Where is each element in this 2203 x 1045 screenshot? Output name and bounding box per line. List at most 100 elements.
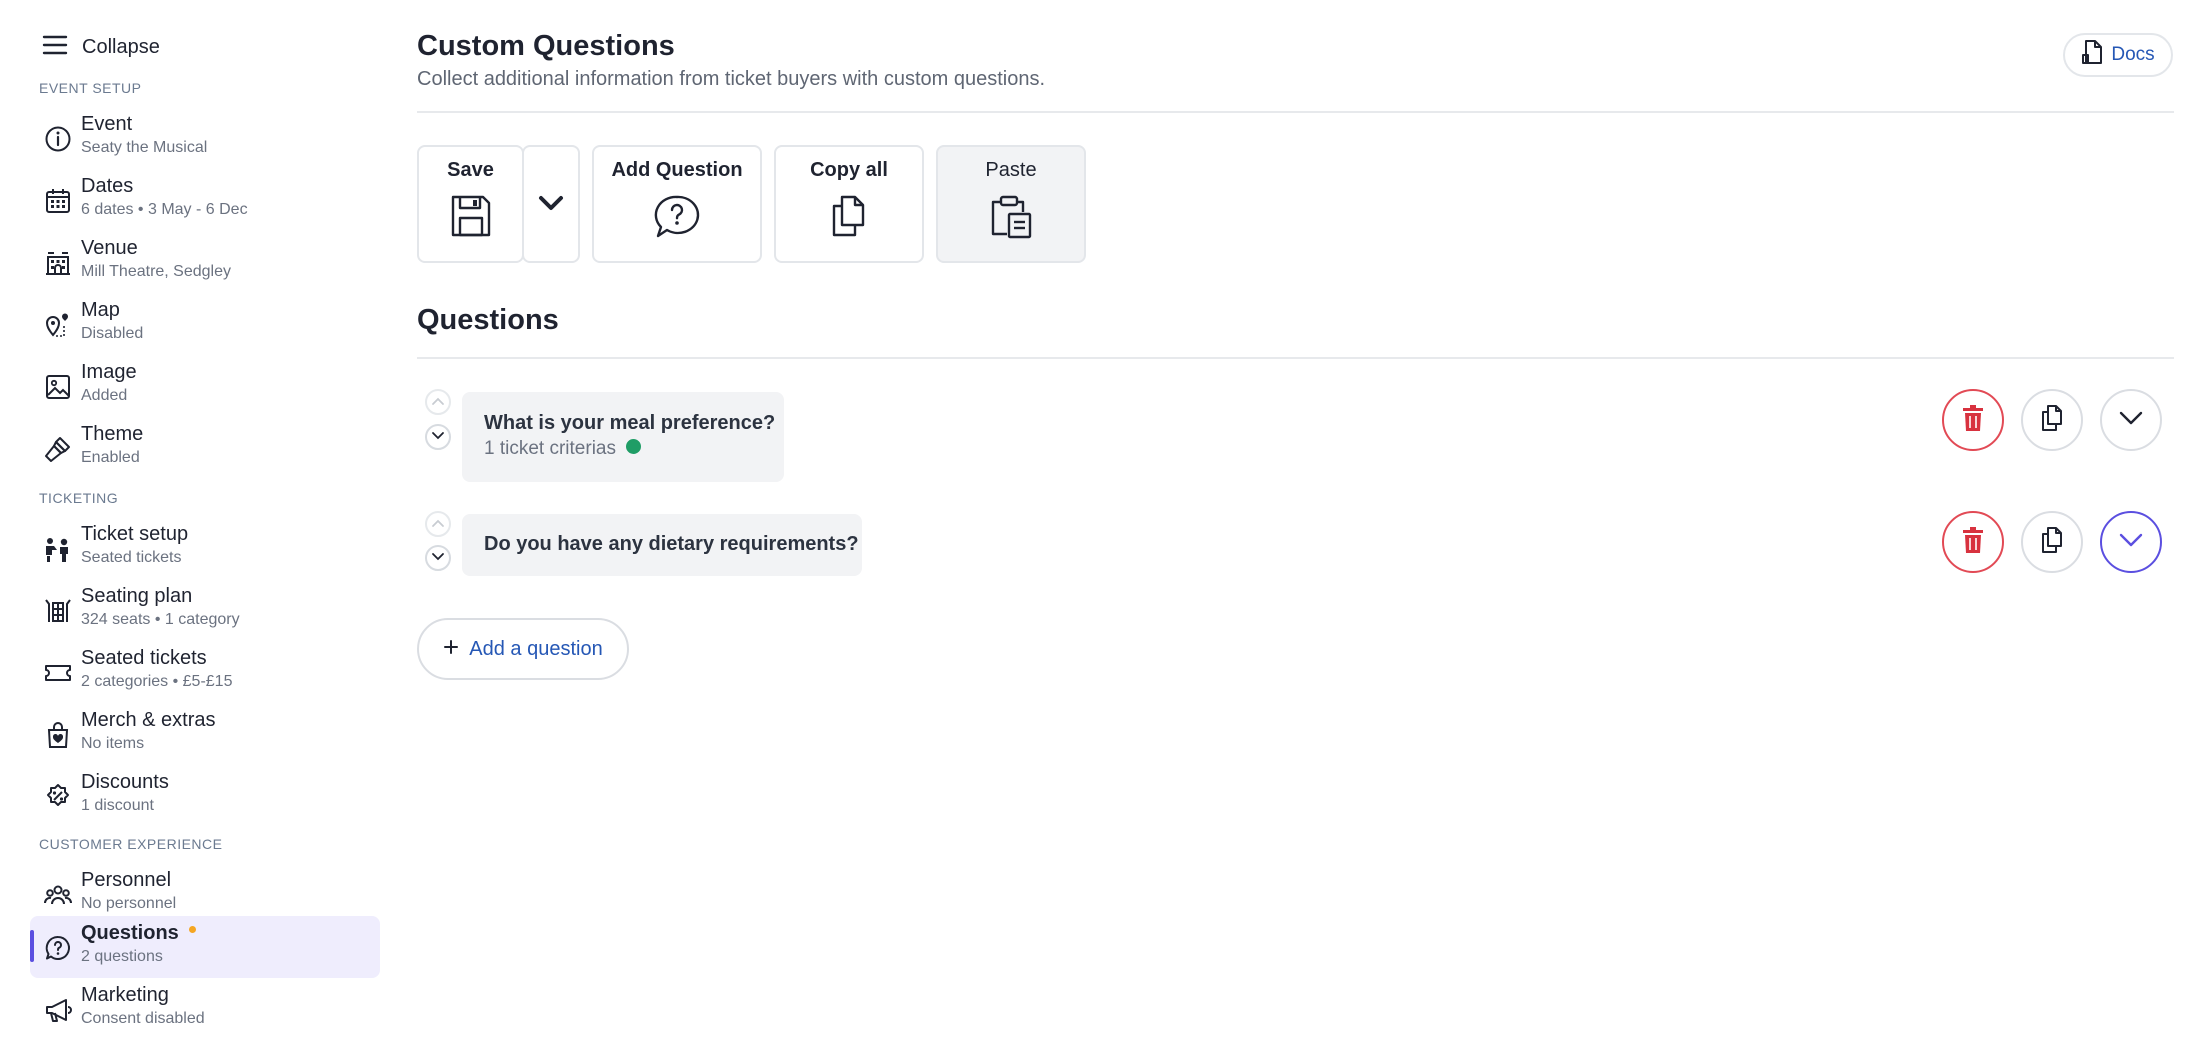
duplicate-question-button[interactable]: [2021, 511, 2083, 573]
sidebar-item-questions[interactable]: Questions 2 questions: [30, 916, 380, 978]
sidebar-item-title: Map: [81, 299, 120, 321]
header-divider: [417, 111, 2174, 113]
info-icon: [43, 124, 73, 154]
save-label: Save: [447, 159, 494, 181]
megaphone-icon: [43, 995, 73, 1025]
save-button[interactable]: Save: [417, 145, 524, 263]
chevron-down-icon: [431, 428, 445, 446]
sidebar-item-subtitle: Seated tickets: [81, 549, 182, 566]
question-bubble-icon: [43, 933, 73, 963]
status-dot: [625, 439, 641, 455]
unsaved-indicator-dot: [188, 926, 196, 934]
sidebar-item-theme[interactable]: Theme Enabled: [30, 417, 380, 479]
delete-question-button[interactable]: [1942, 511, 2004, 573]
sidebar-item-subtitle: 324 seats • 1 category: [81, 611, 240, 628]
move-up-button[interactable]: [425, 511, 451, 537]
questions-divider: [417, 357, 2174, 359]
building-icon: [43, 248, 73, 278]
add-a-question-button[interactable]: Add a question: [417, 618, 629, 680]
sidebar-item-marketing[interactable]: Marketing Consent disabled: [30, 978, 380, 1040]
docs-label: Docs: [2111, 44, 2155, 65]
page-subtitle: Collect additional information from tick…: [417, 68, 1046, 90]
sidebar-item-title: Dates: [81, 175, 134, 197]
sidebar-item-subtitle: 2 questions: [81, 948, 163, 965]
question-card[interactable]: What is your meal preference? 1 ticket c…: [462, 392, 784, 482]
sidebar-item-dates[interactable]: Dates 6 dates • 3 May - 6 Dec: [30, 169, 380, 231]
sidebar-item-subtitle: Seaty the Musical: [81, 139, 208, 156]
hamburger-menu-icon: [42, 34, 68, 61]
document-icon: [2081, 39, 2103, 71]
sidebar-item-title: Personnel: [81, 869, 172, 891]
sidebar-item-subtitle: Consent disabled: [81, 1010, 205, 1027]
save-options-dropdown[interactable]: [522, 145, 580, 263]
sidebar-item-title: Ticket setup: [81, 523, 189, 545]
trash-icon: [1962, 526, 1984, 558]
sidebar-item-venue[interactable]: Venue Mill Theatre, Sedgley: [30, 231, 380, 293]
move-down-button[interactable]: [425, 545, 451, 571]
clipboard-paste-icon: [988, 194, 1034, 245]
question-criteria: 1 ticket criterias: [484, 438, 641, 460]
sidebar-item-subtitle: Disabled: [81, 325, 144, 342]
chevron-down-icon: [431, 549, 445, 567]
move-up-button[interactable]: [425, 389, 451, 415]
sidebar-item-event[interactable]: Event Seaty the Musical: [30, 107, 380, 169]
sidebar-item-title: Image: [81, 361, 137, 383]
chevron-down-icon: [2118, 410, 2144, 431]
collapse-button[interactable]: Collapse: [42, 30, 160, 64]
sidebar-item-title: Merch & extras: [81, 709, 216, 731]
plus-icon: [443, 638, 459, 661]
seating-plan-icon: [43, 596, 73, 626]
expand-question-button[interactable]: [2100, 389, 2162, 451]
chevron-down-icon: [2118, 532, 2144, 553]
chevron-up-icon: [431, 515, 445, 533]
sidebar-item-title: Theme: [81, 423, 144, 445]
sidebar-item-title: Marketing: [81, 984, 169, 1006]
sidebar-item-subtitle: No personnel: [81, 895, 177, 912]
trash-icon: [1962, 404, 1984, 436]
sidebar-item-subtitle: 1 discount: [81, 797, 154, 814]
docs-button[interactable]: Docs: [2063, 33, 2173, 77]
sidebar-item-title: Event: [81, 113, 133, 135]
sidebar-item-image[interactable]: Image Added: [30, 355, 380, 417]
expand-question-button[interactable]: [2100, 511, 2162, 573]
sidebar-item-map[interactable]: Map Disabled: [30, 293, 380, 355]
sidebar-item-merch[interactable]: Merch & extras No items: [30, 703, 380, 765]
delete-question-button[interactable]: [1942, 389, 2004, 451]
paintbrush-icon: [43, 434, 73, 464]
chevron-down-icon: [538, 194, 564, 217]
sidebar-item-title: Questions: [81, 922, 196, 945]
ticket-setup-icon: [43, 534, 73, 564]
add-question-button[interactable]: Add Question: [592, 145, 762, 263]
sidebar-item-subtitle: 2 categories • £5-£15: [81, 673, 233, 690]
section-heading-ticketing: TICKETING: [39, 490, 119, 506]
chevron-up-icon: [431, 393, 445, 411]
question-bubble-icon: [653, 194, 701, 245]
discount-badge-icon: [43, 782, 73, 812]
floppy-disk-icon: [450, 194, 492, 243]
question-card[interactable]: Do you have any dietary requirements?: [462, 514, 862, 576]
sidebar-item-title: Venue: [81, 237, 138, 259]
sidebar-item-ticket-setup[interactable]: Ticket setup Seated tickets: [30, 517, 380, 579]
sidebar-item-title: Seated tickets: [81, 647, 207, 669]
collapse-label: Collapse: [82, 35, 160, 58]
sidebar-item-seated-tickets[interactable]: Seated tickets 2 categories • £5-£15: [30, 641, 380, 703]
sidebar-item-subtitle: 6 dates • 3 May - 6 Dec: [81, 201, 248, 218]
ticket-icon: [43, 658, 73, 688]
duplicate-question-button[interactable]: [2021, 389, 2083, 451]
move-down-button[interactable]: [425, 424, 451, 450]
section-heading-customer-experience: CUSTOMER EXPERIENCE: [39, 836, 223, 852]
questions-heading: Questions: [417, 304, 559, 336]
paste-label: Paste: [985, 159, 1037, 181]
sidebar-item-discounts[interactable]: Discounts 1 discount: [30, 765, 380, 827]
copy-icon: [2039, 404, 2065, 437]
sidebar-item-seating-plan[interactable]: Seating plan 324 seats • 1 category: [30, 579, 380, 641]
copy-all-label: Copy all: [810, 159, 888, 181]
copy-all-button[interactable]: Copy all: [774, 145, 924, 263]
paste-button[interactable]: Paste: [936, 145, 1086, 263]
people-icon: [43, 880, 73, 910]
sidebar: Collapse EVENT SETUP Event Seaty the Mus…: [0, 0, 400, 1045]
sidebar-item-subtitle: Added: [81, 387, 128, 404]
copy-icon: [2039, 526, 2065, 559]
sidebar-item-subtitle: Enabled: [81, 449, 140, 466]
sidebar-item-subtitle: Mill Theatre, Sedgley: [81, 263, 231, 280]
